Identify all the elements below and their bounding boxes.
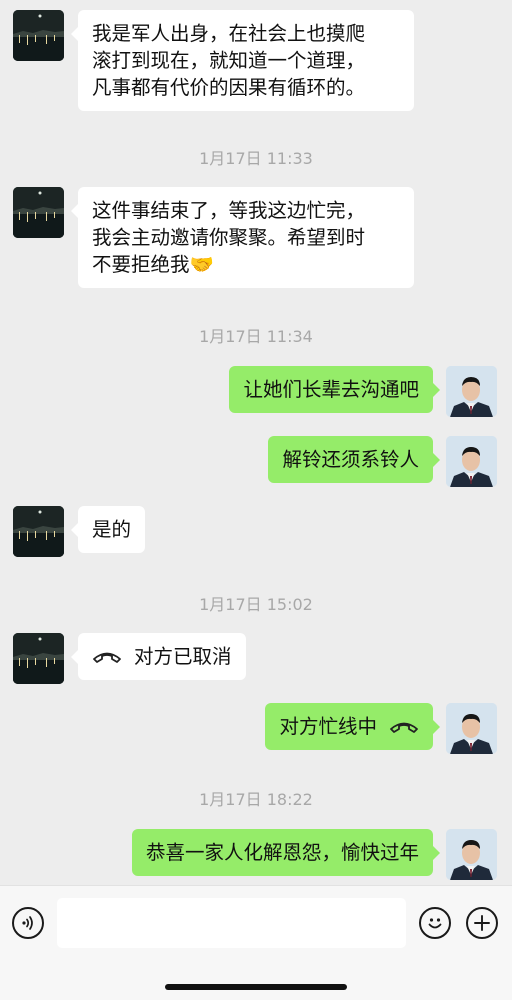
plus-icon[interactable]	[466, 907, 498, 939]
contact-avatar[interactable]	[13, 506, 64, 557]
night-lake-image	[13, 633, 64, 684]
plus-sign-icon	[474, 915, 490, 931]
message-bubble[interactable]: 我是军人出身，在社会上也摸爬 滚打到现在，就知道一个道理， 凡事都有代价的因果有…	[71, 10, 414, 111]
message-bubble[interactable]: 这件事结束了，等我这边忙完， 我会主动邀请你聚聚。希望到时 不要拒绝我🤝	[71, 187, 414, 288]
my-avatar[interactable]	[446, 436, 497, 487]
message-input[interactable]	[57, 898, 406, 948]
message-timestamp: 1月17日 11:33	[199, 149, 313, 168]
call-record-bubble[interactable]: 对方忙线中	[265, 703, 440, 750]
contact-avatar[interactable]	[13, 10, 64, 61]
message-composer	[0, 885, 512, 1000]
message-bubble[interactable]: 恭喜一家人化解恩怨，愉快过年	[131, 829, 441, 876]
voice-wave-icon	[22, 916, 33, 930]
message-bubble[interactable]: 解铃还须系铃人	[268, 436, 440, 483]
message-bubble[interactable]: 让她们长辈去沟通吧	[229, 366, 440, 413]
message-bubble[interactable]: 是的	[70, 506, 146, 553]
night-lake-image	[13, 506, 64, 557]
home-indicator[interactable]	[165, 984, 347, 990]
night-lake-image	[13, 187, 64, 238]
man-in-suit-image	[446, 703, 497, 754]
chat-message-list[interactable]: 我是军人出身，在社会上也摸爬 滚打到现在，就知道一个道理， 凡事都有代价的因果有…	[0, 0, 512, 885]
contact-avatar[interactable]	[13, 187, 64, 238]
emoji-icon[interactable]	[419, 907, 451, 939]
man-in-suit-image	[446, 436, 497, 487]
man-in-suit-image	[446, 829, 497, 880]
my-avatar[interactable]	[446, 703, 497, 754]
message-timestamp: 1月17日 11:34	[199, 327, 313, 346]
man-in-suit-image	[446, 366, 497, 417]
message-timestamp: 1月17日 15:02	[199, 595, 313, 614]
message-timestamp: 1月17日 18:22	[199, 790, 313, 809]
phone-hangup-icon	[93, 652, 121, 663]
call-status-text: 对方忙线中	[279, 715, 377, 738]
voice-input-icon[interactable]	[12, 907, 44, 939]
call-record-bubble[interactable]: 对方已取消	[71, 633, 246, 680]
call-status-text: 对方已取消	[134, 645, 232, 668]
smiley-face-icon	[428, 918, 442, 929]
night-lake-image	[13, 10, 64, 61]
my-avatar[interactable]	[446, 829, 497, 880]
contact-avatar[interactable]	[13, 633, 64, 684]
my-avatar[interactable]	[446, 366, 497, 417]
phone-hangup-icon	[390, 722, 418, 733]
